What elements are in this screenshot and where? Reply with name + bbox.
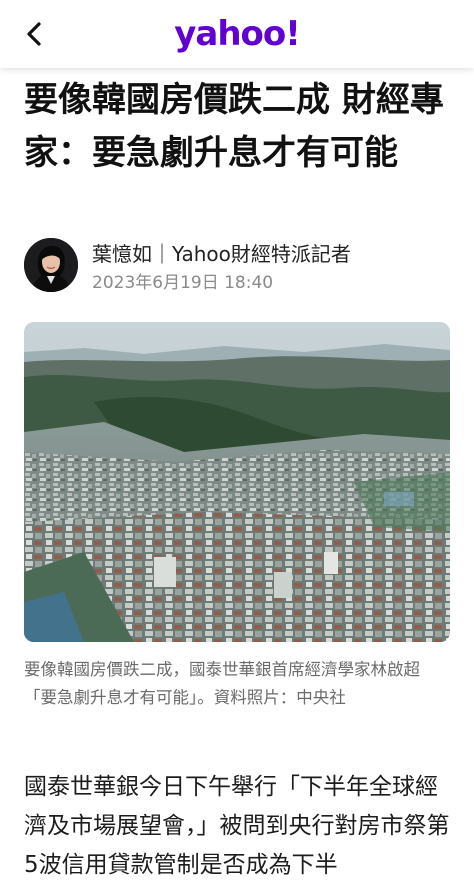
article-title: 要像韓國房價跌二成 財經專家：要急劇升息才有可能 <box>24 80 444 173</box>
publish-date: 2023年6月19日 18:40 <box>92 273 274 293</box>
photo-caption: 要像韓國房價跌二成，國泰世華銀首席經濟學家林啟超「要急劇升息才有可能」。資料照片… <box>24 660 420 707</box>
top-navigation-bar: yahoo! <box>0 0 474 68</box>
city-aerial-photo <box>24 322 450 642</box>
author-byline: 葉憶如｜Yahoo財經特派記者 2023年6月19日 18:40 <box>24 238 454 294</box>
article-photo[interactable] <box>24 322 450 642</box>
article-page: yahoo! 要像韓國房價跌二成 財經專家：要急劇升息才有可能 葉憶如｜Yaho… <box>0 0 474 893</box>
article-body-paragraph: 國泰世華銀今日下午舉行「下半年全球經濟及市場展望會，」被問到央行對房市祭第5波信… <box>24 774 450 878</box>
yahoo-logo[interactable]: yahoo! <box>0 14 474 54</box>
author-avatar[interactable] <box>24 238 78 292</box>
author-name[interactable]: 葉憶如｜Yahoo財經特派記者 <box>92 240 351 268</box>
author-portrait-image <box>24 238 78 292</box>
